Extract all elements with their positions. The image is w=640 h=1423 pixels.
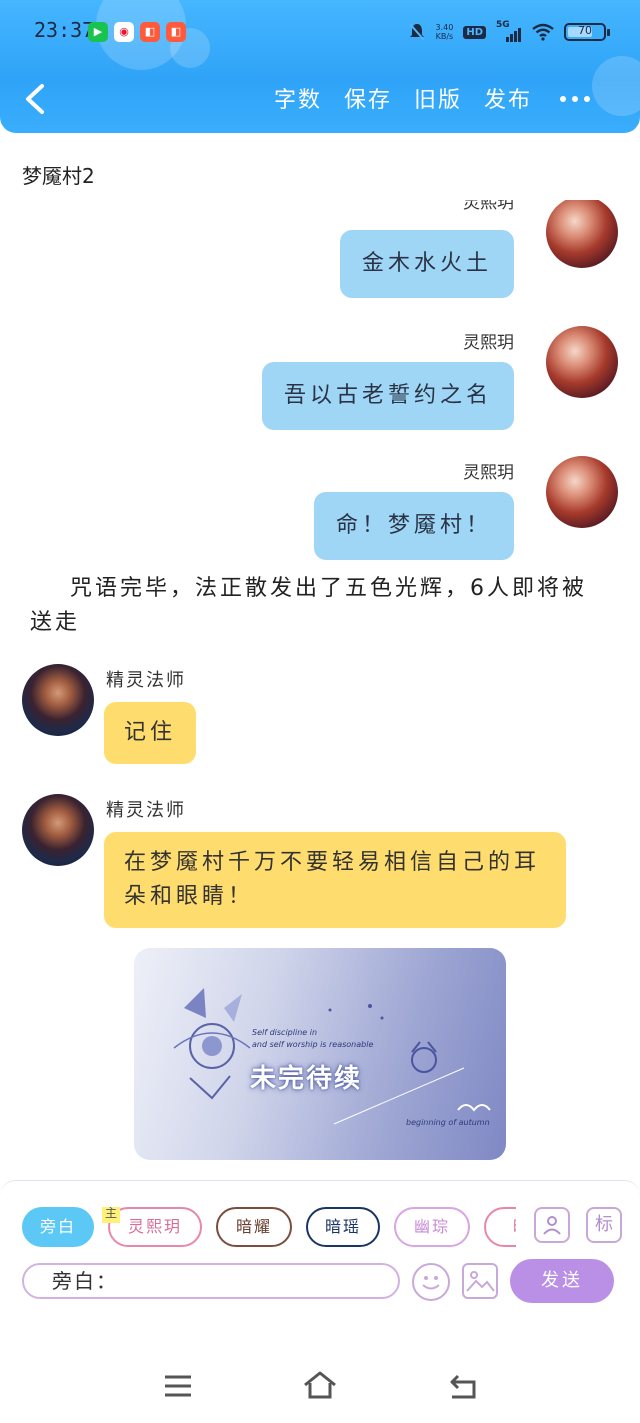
- hd-badge: HD: [463, 25, 486, 39]
- app-header: 23:37 ▶ ◉ ◧ ◧ 3.40 KB/s HD 5G 70 字数 保存 旧…: [0, 0, 640, 133]
- sender-name: 精灵法师: [106, 670, 186, 691]
- battery-icon: 70: [564, 23, 610, 41]
- role-chip-an[interactable]: 暗: [484, 1207, 516, 1247]
- signal-icon: 5G: [496, 20, 522, 42]
- role-chip-anyao-2[interactable]: 暗瑶: [306, 1207, 380, 1247]
- publish-button[interactable]: 发布: [484, 82, 532, 114]
- role-chip-anyao[interactable]: 暗耀: [216, 1207, 292, 1247]
- message-bubble[interactable]: 吾以古老誓约之名: [261, 362, 514, 430]
- status-bar: 23:37 ▶ ◉ ◧ ◧ 3.40 KB/s HD 5G 70: [0, 14, 640, 50]
- avatar-elf-mage[interactable]: [22, 794, 94, 866]
- person-glyph-icon: [543, 1216, 561, 1235]
- composer-panel: 旁白 灵熙玥 主 暗耀 暗瑶 幽琮 暗 标 旁白： 发送: [0, 1180, 640, 1348]
- chat-message-left: 精灵法师 记住: [22, 664, 322, 774]
- avatar-lingxiyue[interactable]: [546, 326, 618, 398]
- nav-bar: 字数 保存 旧版 发布: [0, 72, 640, 126]
- mute-bell-icon: [408, 23, 425, 41]
- more-options-icon[interactable]: [560, 84, 596, 114]
- system-nav-bar: [0, 1348, 640, 1423]
- image-message[interactable]: Self discipline in and self worship is r…: [134, 948, 506, 1160]
- avatar-lingxiyue[interactable]: [546, 456, 618, 528]
- notification-app-icon: ◧: [140, 22, 160, 42]
- image-caption-1: Self discipline in: [252, 1028, 318, 1037]
- tag-button[interactable]: 标: [586, 1207, 622, 1243]
- network-speed-value: 3.40: [435, 23, 454, 32]
- network-speed-unit: KB/s: [435, 32, 454, 41]
- sender-name: 灵熙玥: [463, 200, 514, 213]
- network-type-label: 5G: [496, 20, 510, 30]
- role-chip-narrator[interactable]: 旁白: [22, 1207, 94, 1247]
- picture-icon: [466, 1271, 495, 1292]
- notification-app-icon-2: ◧: [166, 22, 186, 42]
- old-version-button[interactable]: 旧版: [414, 82, 462, 114]
- chat-message-right: 灵熙玥 金木水火土: [218, 200, 618, 306]
- main-role-tag: 主: [102, 1207, 120, 1223]
- network-speed: 3.40 KB/s: [436, 23, 454, 41]
- back-nav-icon[interactable]: [448, 1372, 478, 1400]
- word-count-button[interactable]: 字数: [274, 82, 322, 114]
- message-input[interactable]: 旁白：: [22, 1263, 400, 1299]
- to-be-continued-text: 未完待续: [250, 1064, 363, 1094]
- nav-actions: 字数 保存 旧版 发布: [274, 82, 532, 114]
- chat-message-left: 精灵法师 在梦魇村千万不要轻易相信自己的耳朵和眼睛！: [22, 794, 582, 934]
- weibo-icon: ◉: [114, 22, 134, 42]
- image-upload-icon[interactable]: [462, 1263, 498, 1299]
- role-chip-lingxiyue[interactable]: 灵熙玥: [108, 1207, 202, 1247]
- send-button[interactable]: 发送: [510, 1259, 614, 1303]
- chat-message-right: 灵熙玥 命！梦魇村！: [218, 456, 618, 566]
- avatar-elf-mage[interactable]: [22, 664, 94, 736]
- status-right: 3.40 KB/s HD 5G 70: [408, 20, 610, 44]
- chat-area[interactable]: 灵熙玥 金木水火土 灵熙玥 吾以古老誓约之名 灵熙玥 命！梦魇村！ 咒语完毕，法…: [0, 200, 640, 1170]
- avatar-lingxiyue[interactable]: [546, 200, 618, 268]
- image-caption-3: beginning of autumn: [406, 1118, 490, 1127]
- chat-message-right: 灵熙玥 吾以古老誓约之名: [218, 326, 618, 436]
- wifi-icon: [532, 23, 554, 41]
- message-bubble[interactable]: 金木水火土: [339, 230, 514, 298]
- smile-icon: [422, 1276, 440, 1290]
- emoji-icon[interactable]: [412, 1263, 450, 1301]
- narration-text[interactable]: 咒语完毕，法正散发出了五色光辉，6人即将被送走: [30, 572, 600, 640]
- message-bubble[interactable]: 命！梦魇村！: [313, 492, 514, 560]
- message-bubble[interactable]: 记住: [104, 702, 197, 764]
- image-caption-2: and self worship is reasonable: [252, 1040, 374, 1049]
- sender-name: 精灵法师: [106, 800, 186, 821]
- menu-icon[interactable]: [163, 1374, 193, 1398]
- back-icon[interactable]: [20, 80, 54, 118]
- sender-name: 灵熙玥: [463, 333, 514, 353]
- video-app-icon: ▶: [88, 22, 108, 42]
- chat-title: 梦魇村2: [22, 164, 95, 188]
- role-selector: 旁白 灵熙玥 主 暗耀 暗瑶 幽琮 暗: [22, 1207, 516, 1247]
- home-icon[interactable]: [302, 1370, 338, 1400]
- decorative-artwork: [173, 988, 491, 1125]
- role-chip-youcong[interactable]: 幽琮: [394, 1207, 470, 1247]
- message-bubble[interactable]: 在梦魇村千万不要轻易相信自己的耳朵和眼睛！: [104, 832, 566, 928]
- battery-level: 70: [578, 24, 592, 37]
- status-time: 23:37: [34, 18, 95, 42]
- person-icon[interactable]: [534, 1207, 570, 1243]
- save-button[interactable]: 保存: [344, 82, 392, 114]
- sender-name: 灵熙玥: [463, 463, 514, 483]
